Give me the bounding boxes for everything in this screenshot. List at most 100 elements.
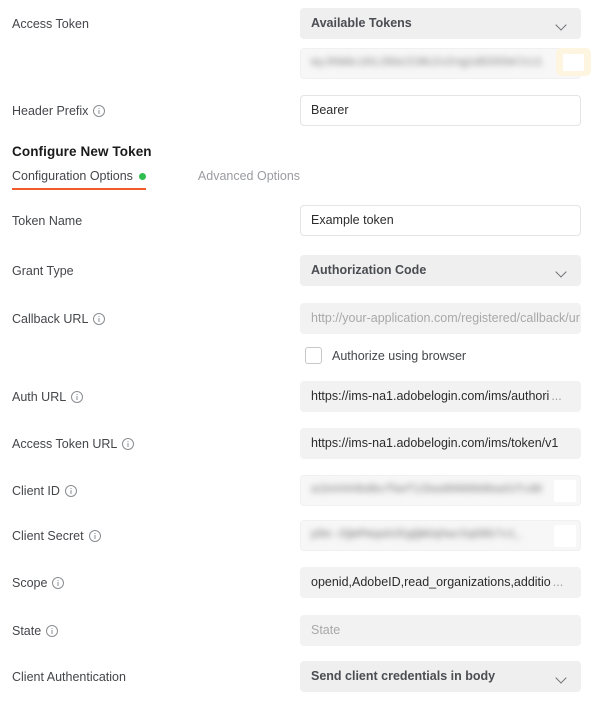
access-token-url-input[interactable]: https://ims-na1.adobelogin.com/ims/token…	[300, 428, 581, 459]
callback-url-label: Callback URL	[0, 303, 300, 334]
grant-type-row: Grant Type Authorization Code	[0, 255, 601, 286]
reveal-icon[interactable]	[554, 525, 576, 547]
grant-type-wrap: Authorization Code	[300, 255, 581, 286]
grant-type-label-text: Grant Type	[12, 263, 74, 278]
callback-url-row: Callback URL http://your-application.com…	[0, 303, 601, 334]
client-authentication-wrap: Send client credentials in body	[300, 661, 581, 692]
header-prefix-label-text: Header Prefix	[12, 103, 89, 118]
available-tokens-dropdown[interactable]: Available Tokens	[300, 8, 581, 39]
auth-url-label: Auth URL	[0, 381, 300, 412]
info-icon[interactable]	[64, 484, 77, 497]
scope-row: Scope openid,AdobeID,read_organizations,…	[0, 567, 601, 598]
client-id-wrap: a1b4444bdbcfbef12bad0000b0bad1fcd01ab	[300, 475, 581, 506]
info-icon[interactable]	[88, 529, 101, 542]
token-name-row: Token Name Example token	[0, 205, 601, 236]
info-icon[interactable]	[71, 390, 84, 403]
callback-url-wrap: http://your-application.com/registered/c…	[300, 303, 581, 334]
scope-value: openid,AdobeID,read_organizations,additi…	[311, 575, 551, 589]
access-token-url-row: Access Token URL https://ims-na1.adobelo…	[0, 428, 601, 459]
client-secret-label-text: Client Secret	[12, 528, 84, 543]
access-token-value-spacer	[0, 48, 300, 79]
tab-bar: Configuration Options Advanced Options	[12, 169, 300, 190]
token-name-value: Example token	[311, 213, 394, 227]
client-authentication-row: Client Authentication Send client creden…	[0, 661, 601, 692]
auth-url-value: https://ims-na1.adobelogin.com/ims/autho…	[311, 389, 550, 403]
state-input[interactable]: State	[300, 615, 581, 646]
copy-token-button[interactable]	[556, 48, 591, 76]
access-token-label-text: Access Token	[12, 16, 89, 31]
access-token-url-label-text: Access Token URL	[12, 436, 118, 451]
client-id-value: a1b4444bdbcfbef12bad0000b0bad1fcd01ab	[311, 484, 543, 496]
access-token-url-value: https://ims-na1.adobelogin.com/ims/token…	[311, 436, 559, 450]
state-row: State State	[0, 615, 601, 646]
client-authentication-dropdown[interactable]: Send client credentials in body	[300, 661, 581, 692]
access-token-value-wrap: eyJhbGciOiJSUzI1NiIsIng1dSI6Imltc19uYTEt…	[300, 48, 581, 79]
auth-url-input[interactable]: https://ims-na1.adobelogin.com/ims/autho…	[300, 381, 581, 412]
callback-url-placeholder: http://your-application.com/registered/c…	[311, 311, 581, 325]
access-token-url-label: Access Token URL	[0, 428, 300, 459]
scope-input[interactable]: openid,AdobeID,read_organizations,additi…	[300, 567, 581, 598]
tab-advanced-options-label: Advanced Options	[197, 169, 301, 183]
oauth2-configuration-panel: Access Token Available Tokens eyJhbGciOi…	[0, 0, 601, 703]
client-authentication-label-text: Client Authentication	[12, 669, 126, 684]
client-secret-label: Client Secret	[0, 520, 300, 551]
grant-type-value: Authorization Code	[311, 263, 427, 277]
header-prefix-row: Header Prefix Bearer	[0, 95, 601, 126]
callback-url-input[interactable]: http://your-application.com/registered/c…	[300, 303, 581, 334]
authorize-using-browser-row[interactable]: Authorize using browser	[305, 347, 466, 364]
auth-url-row: Auth URL https://ims-na1.adobelogin.com/…	[0, 381, 601, 412]
tab-configuration-options[interactable]: Configuration Options	[12, 169, 146, 190]
state-placeholder: State	[311, 623, 341, 637]
authorize-using-browser-label: Authorize using browser	[332, 348, 467, 363]
auth-url-label-text: Auth URL	[12, 389, 67, 404]
token-name-input[interactable]: Example token	[300, 205, 581, 236]
grant-type-dropdown[interactable]: Authorization Code	[300, 255, 581, 286]
auth-url-ellipsis: ...	[551, 389, 562, 403]
reveal-icon[interactable]	[554, 480, 576, 502]
client-secret-row: Client Secret p8e-2QmPmqakU5gQWUqhwc5qO8…	[0, 520, 601, 551]
client-id-label-text: Client ID	[12, 483, 60, 498]
header-prefix-wrap: Bearer	[300, 95, 581, 126]
scope-label-text: Scope	[12, 575, 48, 590]
info-icon[interactable]	[93, 312, 106, 325]
info-icon[interactable]	[52, 576, 65, 589]
token-name-wrap: Example token	[300, 205, 581, 236]
client-id-row: Client ID a1b4444bdbcfbef12bad0000b0bad1…	[0, 475, 601, 506]
access-token-url-wrap: https://ims-na1.adobelogin.com/ims/token…	[300, 428, 581, 459]
header-prefix-value: Bearer	[311, 103, 349, 117]
access-token-value-field[interactable]: eyJhbGciOiJSUzI1NiIsIng1dSI6Imltc19uYTEt…	[300, 48, 581, 79]
tab-configuration-options-label: Configuration Options	[12, 169, 133, 183]
state-label: State	[0, 615, 300, 646]
client-authentication-value: Send client credentials in body	[311, 669, 496, 683]
chevron-down-icon	[556, 18, 568, 30]
info-icon[interactable]	[122, 437, 135, 450]
scope-label: Scope	[0, 567, 300, 598]
chevron-down-icon	[556, 265, 568, 277]
client-secret-wrap: p8e-2QmPmqakU5gQWUqhwc5qO8b7v1_	[300, 520, 581, 551]
client-id-label: Client ID	[0, 475, 300, 506]
page-title: Configure New Token	[12, 144, 152, 159]
tab-advanced-options[interactable]: Advanced Options	[198, 169, 300, 190]
access-token-secret-text: eyJhbGciOiJSUzI1NiIsIng1dSI6Imltc19uYTEt…	[311, 57, 543, 69]
scope-wrap: openid,AdobeID,read_organizations,additi…	[300, 567, 581, 598]
state-label-text: State	[12, 623, 42, 638]
authorize-using-browser-checkbox[interactable]	[305, 347, 322, 364]
state-wrap: State	[300, 615, 581, 646]
header-prefix-label: Header Prefix	[0, 95, 300, 126]
access-token-dropdown-wrap: Available Tokens	[300, 8, 581, 39]
info-icon[interactable]	[46, 624, 59, 637]
client-secret-input[interactable]: p8e-2QmPmqakU5gQWUqhwc5qO8b7v1_	[300, 520, 581, 551]
status-dot-icon	[138, 172, 146, 180]
header-prefix-input[interactable]: Bearer	[300, 95, 581, 126]
copy-icon	[563, 53, 584, 71]
token-name-label: Token Name	[0, 205, 300, 236]
access-token-row: Access Token Available Tokens	[0, 8, 601, 39]
scope-ellipsis: ...	[552, 575, 564, 589]
access-token-value-row: eyJhbGciOiJSUzI1NiIsIng1dSI6Imltc19uYTEt…	[0, 48, 601, 79]
callback-url-label-text: Callback URL	[12, 311, 89, 326]
auth-url-wrap: https://ims-na1.adobelogin.com/ims/autho…	[300, 381, 581, 412]
grant-type-label: Grant Type	[0, 255, 300, 286]
available-tokens-value: Available Tokens	[311, 16, 412, 30]
client-id-input[interactable]: a1b4444bdbcfbef12bad0000b0bad1fcd01ab	[300, 475, 581, 506]
info-icon[interactable]	[93, 104, 106, 117]
